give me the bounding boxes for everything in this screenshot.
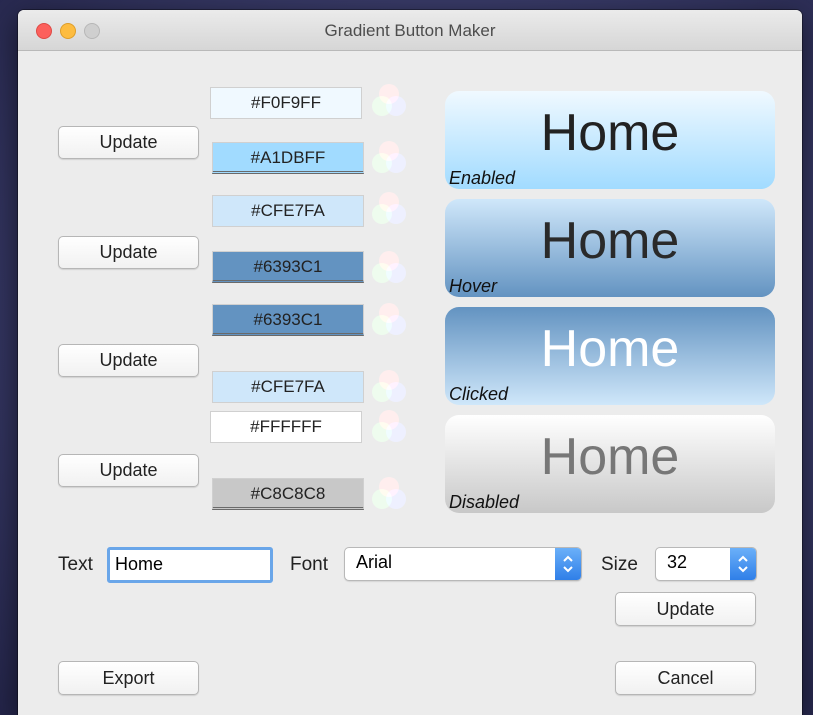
cancel-button[interactable]: Cancel bbox=[615, 661, 756, 695]
chevron-updown-icon bbox=[555, 548, 581, 580]
preview-hover: Home Hover bbox=[445, 199, 775, 297]
chevron-updown-icon bbox=[730, 548, 756, 580]
preview-disabled-text: Home bbox=[540, 428, 680, 486]
disabled-top-color-field[interactable]: #FFFFFF bbox=[210, 411, 362, 443]
preview-disabled: Home Disabled bbox=[445, 415, 775, 513]
hover-top-color-field[interactable]: #CFE7FA bbox=[212, 195, 364, 227]
window-title: Gradient Button Maker bbox=[324, 21, 496, 40]
text-input[interactable]: Home bbox=[107, 547, 273, 583]
size-label: Size bbox=[601, 554, 638, 575]
app-window: Gradient Button Maker Update #F0F9FF #A1… bbox=[18, 10, 802, 715]
title-bar: Gradient Button Maker bbox=[18, 10, 802, 51]
update-style-button[interactable]: Update bbox=[615, 592, 756, 626]
preview-enabled: Home Enabled bbox=[445, 91, 775, 189]
rgb-color-wheel-icon[interactable] bbox=[371, 369, 407, 405]
font-select[interactable]: Arial bbox=[344, 547, 582, 581]
preview-clicked-state-label: Clicked bbox=[449, 384, 509, 404]
enabled-top-color-field[interactable]: #F0F9FF bbox=[210, 87, 362, 119]
preview-clicked-text: Home bbox=[540, 320, 680, 378]
size-select[interactable]: 32 bbox=[655, 547, 757, 581]
main-content: Update #F0F9FF #A1DBFF Update #CFE7FA #6… bbox=[18, 51, 802, 715]
export-button[interactable]: Export bbox=[58, 661, 199, 695]
hover-bottom-color-field[interactable]: #6393C1 bbox=[212, 251, 364, 283]
preview-enabled-state-label: Enabled bbox=[449, 168, 516, 188]
size-select-value: 32 bbox=[667, 552, 688, 572]
font-select-value: Arial bbox=[356, 552, 393, 572]
preview-hover-state-label: Hover bbox=[449, 276, 498, 296]
preview-enabled-text: Home bbox=[540, 104, 680, 162]
rgb-color-wheel-icon[interactable] bbox=[371, 409, 407, 445]
rgb-color-wheel-icon[interactable] bbox=[371, 191, 407, 227]
rgb-color-wheel-icon[interactable] bbox=[371, 250, 407, 286]
update-disabled-button[interactable]: Update bbox=[58, 454, 199, 487]
preview-hover-text: Home bbox=[540, 212, 680, 270]
font-label: Font bbox=[290, 554, 329, 575]
text-label: Text bbox=[58, 554, 93, 575]
rgb-color-wheel-icon[interactable] bbox=[371, 83, 407, 119]
rgb-color-wheel-icon[interactable] bbox=[371, 302, 407, 338]
clicked-bottom-color-field[interactable]: #CFE7FA bbox=[212, 371, 364, 403]
preview-disabled-state-label: Disabled bbox=[449, 492, 520, 512]
enabled-bottom-color-field[interactable]: #A1DBFF bbox=[212, 142, 364, 174]
update-enabled-button[interactable]: Update bbox=[58, 126, 199, 159]
disabled-bottom-color-field[interactable]: #C8C8C8 bbox=[212, 478, 364, 510]
update-hover-button[interactable]: Update bbox=[58, 236, 199, 269]
clicked-top-color-field[interactable]: #6393C1 bbox=[212, 304, 364, 336]
rgb-color-wheel-icon[interactable] bbox=[371, 476, 407, 512]
rgb-color-wheel-icon[interactable] bbox=[371, 140, 407, 176]
update-clicked-button[interactable]: Update bbox=[58, 344, 199, 377]
preview-clicked: Home Clicked bbox=[445, 307, 775, 405]
